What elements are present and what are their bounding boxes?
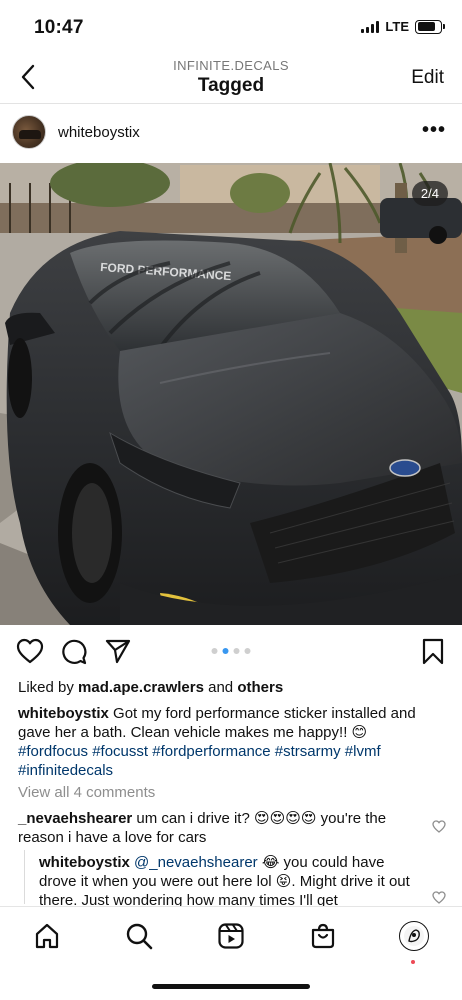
reply-thread-line	[24, 850, 25, 904]
share-button[interactable]	[105, 638, 131, 669]
tab-reels[interactable]	[216, 921, 246, 951]
likes-prefix: Liked by	[18, 679, 79, 696]
page-title: Tagged	[197, 75, 265, 96]
like-button[interactable]	[16, 638, 44, 669]
home-indicator	[152, 984, 310, 989]
reels-icon	[218, 923, 244, 949]
likes-line: Liked by mad.ape.crawlers and others	[18, 679, 283, 696]
heart-icon	[16, 638, 44, 664]
reply-mention[interactable]: @_nevaehshearer	[134, 854, 258, 871]
save-button[interactable]	[422, 638, 444, 670]
search-icon	[126, 923, 153, 950]
signal-icon	[361, 20, 380, 33]
post-username[interactable]: whiteboystix	[58, 124, 140, 141]
notification-dot	[411, 960, 415, 964]
comment-icon	[62, 639, 87, 665]
others-link[interactable]: others	[237, 679, 283, 696]
tab-profile[interactable]	[399, 921, 429, 951]
battery-icon	[415, 19, 445, 34]
profile-name-subtitle: INFINITE.DECALS	[173, 58, 289, 73]
shop-bag-icon	[311, 923, 335, 949]
liked-by-user-link[interactable]: mad.ape.crawlers	[78, 679, 204, 696]
post-header: whiteboystix •••	[0, 111, 462, 155]
comment-username[interactable]: _nevaehshearer	[18, 810, 132, 827]
post-actions	[0, 632, 462, 672]
carousel-indicator	[211, 648, 251, 654]
carousel-dot	[233, 648, 240, 654]
caption-username[interactable]: whiteboystix	[18, 705, 109, 722]
nav-titles: INFINITE.DECALS Tagged	[0, 58, 462, 97]
status-indicators: LTE	[361, 19, 445, 34]
paper-plane-icon	[105, 639, 131, 664]
comment-like-button[interactable]	[432, 820, 446, 838]
photo-counter: 2/4	[411, 181, 448, 206]
network-type: LTE	[385, 19, 409, 34]
more-options-button[interactable]: •••	[422, 119, 446, 142]
tab-shop[interactable]	[308, 921, 338, 951]
comment-reply: whiteboystix @_nevaehshearer 😂 you could…	[39, 853, 417, 910]
likes-middle: and	[203, 679, 238, 696]
view-all-comments-link[interactable]: View all 4 comments	[18, 784, 155, 801]
caption-hashtags[interactable]: #fordfocus #focusst #fordperformance #st…	[18, 743, 381, 779]
home-icon	[35, 923, 59, 949]
status-time: 10:47	[34, 17, 84, 38]
carousel-dot	[244, 648, 251, 654]
heart-icon	[432, 820, 446, 833]
avatar[interactable]	[12, 115, 46, 149]
post-photo[interactable]: FORD PERFORMANCE 2/4	[0, 163, 462, 625]
comment-button[interactable]	[60, 638, 87, 670]
tab-home[interactable]	[32, 921, 62, 951]
edit-button[interactable]: Edit	[411, 67, 444, 89]
bookmark-icon	[422, 638, 444, 665]
nav-header: INFINITE.DECALS Tagged Edit	[0, 52, 462, 104]
tab-search[interactable]	[124, 921, 154, 951]
profile-avatar-icon	[399, 921, 429, 951]
comment: _nevaehshearer um can i drive it? 😍😍😍😍 y…	[18, 809, 418, 847]
reply-username[interactable]: whiteboystix	[39, 854, 130, 871]
carousel-dot-active	[222, 648, 229, 654]
car-photo-image: FORD PERFORMANCE	[0, 163, 462, 625]
carousel-dot	[211, 648, 218, 654]
heart-icon	[432, 891, 446, 904]
post-caption: whiteboystix Got my ford performance sti…	[18, 704, 448, 780]
status-bar: 10:47 LTE	[0, 0, 462, 52]
